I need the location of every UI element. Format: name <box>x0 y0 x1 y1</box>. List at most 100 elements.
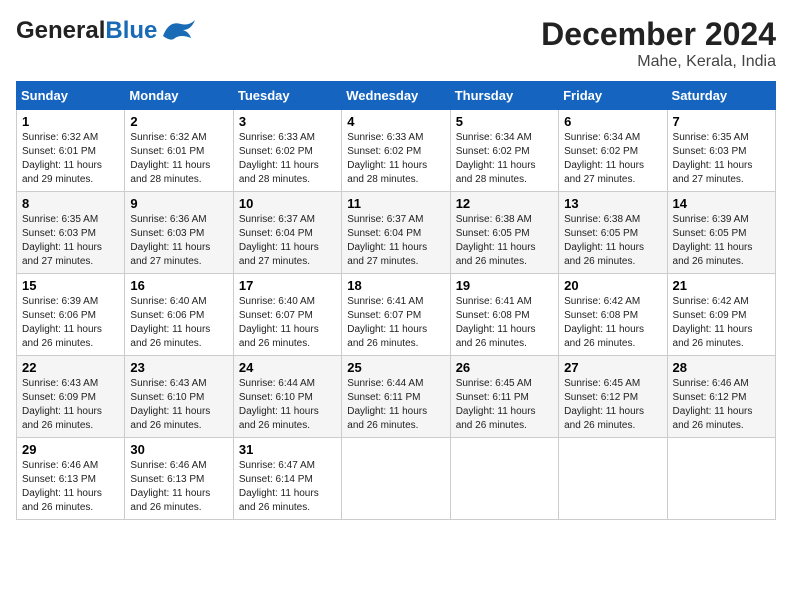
calendar-day-cell: 6Sunrise: 6:34 AMSunset: 6:02 PMDaylight… <box>559 110 667 192</box>
calendar-day-cell <box>667 438 775 520</box>
calendar-day-cell: 15 Sunrise: 6:39 AMSunset: 6:06 PMDayligh… <box>17 274 125 356</box>
day-number: 27 <box>564 360 661 375</box>
weekday-header: Thursday <box>450 82 558 110</box>
page-header: GeneralBlue December 2024 Mahe, Kerala, … <box>16 16 776 71</box>
calendar-day-cell: 17Sunrise: 6:40 AMSunset: 6:07 PMDayligh… <box>233 274 341 356</box>
calendar-day-cell: 3 Sunrise: 6:33 AMSunset: 6:02 PMDaylight… <box>233 110 341 192</box>
day-number: 21 <box>673 278 770 293</box>
calendar-day-cell: 13 Sunrise: 6:38 AMSunset: 6:05 PMDayligh… <box>559 192 667 274</box>
day-number: 29 <box>22 442 119 457</box>
day-number: 30 <box>130 442 227 457</box>
day-number: 11 <box>347 196 444 211</box>
calendar-day-cell: 29Sunrise: 6:46 AMSunset: 6:13 PMDayligh… <box>17 438 125 520</box>
calendar-day-cell <box>559 438 667 520</box>
day-number: 4 <box>347 114 444 129</box>
day-number: 2 <box>130 114 227 129</box>
calendar-day-cell: 10 Sunrise: 6:37 AMSunset: 6:04 PMDayligh… <box>233 192 341 274</box>
day-number: 17 <box>239 278 336 293</box>
day-info: Sunrise: 6:38 AMSunset: 6:05 PMDaylight:… <box>564 213 661 269</box>
day-info: Sunrise: 6:46 AMSunset: 6:13 PMDaylight:… <box>130 459 227 515</box>
weekday-header: Sunday <box>17 82 125 110</box>
calendar-day-cell: 21 Sunrise: 6:42 AMSunset: 6:09 PMDayligh… <box>667 274 775 356</box>
day-number: 25 <box>347 360 444 375</box>
calendar-day-cell: 8 Sunrise: 6:35 AMSunset: 6:03 PMDaylight… <box>17 192 125 274</box>
day-number: 3 <box>239 114 336 129</box>
calendar-day-cell: 31 Sunrise: 6:47 AMSunset: 6:14 PMDayligh… <box>233 438 341 520</box>
calendar-day-cell: 20 Sunrise: 6:42 AMSunset: 6:08 PMDayligh… <box>559 274 667 356</box>
calendar-day-cell: 30 Sunrise: 6:46 AMSunset: 6:13 PMDayligh… <box>125 438 233 520</box>
calendar-week-row: 15 Sunrise: 6:39 AMSunset: 6:06 PMDayligh… <box>17 274 776 356</box>
calendar-day-cell: 1Sunrise: 6:32 AMSunset: 6:01 PMDaylight… <box>17 110 125 192</box>
weekday-header: Monday <box>125 82 233 110</box>
day-number: 5 <box>456 114 553 129</box>
day-number: 24 <box>239 360 336 375</box>
day-info: Sunrise: 6:38 AMSunset: 6:05 PMDaylight:… <box>456 213 553 269</box>
calendar-day-cell <box>450 438 558 520</box>
day-info: Sunrise: 6:40 AMSunset: 6:06 PMDaylight:… <box>130 295 227 351</box>
calendar-day-cell: 4 Sunrise: 6:33 AMSunset: 6:02 PMDaylight… <box>342 110 450 192</box>
calendar-day-cell: 26Sunrise: 6:45 AMSunset: 6:11 PMDayligh… <box>450 356 558 438</box>
calendar-day-cell: 22 Sunrise: 6:43 AMSunset: 6:09 PMDayligh… <box>17 356 125 438</box>
logo-text: GeneralBlue <box>16 17 157 45</box>
day-number: 14 <box>673 196 770 211</box>
day-number: 8 <box>22 196 119 211</box>
day-info: Sunrise: 6:47 AMSunset: 6:14 PMDaylight:… <box>239 459 336 515</box>
day-number: 15 <box>22 278 119 293</box>
calendar-day-cell: 5Sunrise: 6:34 AMSunset: 6:02 PMDaylight… <box>450 110 558 192</box>
day-info: Sunrise: 6:45 AMSunset: 6:12 PMDaylight:… <box>564 377 661 433</box>
calendar-week-row: 29 Sunrise: 6:46 AMSunset: 6:13 PMDayligh… <box>17 438 776 520</box>
day-info: Sunrise: 6:33 AMSunset: 6:02 PMDaylight:… <box>347 131 444 187</box>
logo-blue: Blue <box>105 17 157 44</box>
calendar-day-cell: 9 Sunrise: 6:36 AMSunset: 6:03 PMDaylight… <box>125 192 233 274</box>
day-number: 9 <box>130 196 227 211</box>
calendar-day-cell: 25Sunrise: 6:44 AMSunset: 6:11 PMDayligh… <box>342 356 450 438</box>
calendar-week-row: 8 Sunrise: 6:35 AMSunset: 6:03 PMDaylight… <box>17 192 776 274</box>
calendar-day-cell: 19 Sunrise: 6:41 AMSunset: 6:08 PMDayligh… <box>450 274 558 356</box>
calendar-day-cell: 7 Sunrise: 6:35 AMSunset: 6:03 PMDaylight… <box>667 110 775 192</box>
day-info: Sunrise: 6:44 AMSunset: 6:10 PMDaylight:… <box>239 377 336 433</box>
calendar-day-cell: 24 Sunrise: 6:44 AMSunset: 6:10 PMDayligh… <box>233 356 341 438</box>
day-number: 23 <box>130 360 227 375</box>
day-info: Sunrise: 6:33 AMSunset: 6:02 PMDaylight:… <box>239 131 336 187</box>
weekday-header: Wednesday <box>342 82 450 110</box>
day-number: 10 <box>239 196 336 211</box>
calendar-day-cell: 23 Sunrise: 6:43 AMSunset: 6:10 PMDayligh… <box>125 356 233 438</box>
calendar-day-cell: 27 Sunrise: 6:45 AMSunset: 6:12 PMDayligh… <box>559 356 667 438</box>
day-number: 28 <box>673 360 770 375</box>
title-area: December 2024 Mahe, Kerala, India <box>541 16 776 71</box>
calendar-day-cell: 2 Sunrise: 6:32 AMSunset: 6:01 PMDaylight… <box>125 110 233 192</box>
day-info: Sunrise: 6:39 AMSunset: 6:05 PMDaylight:… <box>673 213 770 269</box>
day-info: Sunrise: 6:32 AMSunset: 6:01 PMDaylight:… <box>130 131 227 187</box>
logo-general: General <box>16 17 105 44</box>
day-info: Sunrise: 6:43 AMSunset: 6:10 PMDaylight:… <box>130 377 227 433</box>
day-info: Sunrise: 6:39 AMSunset: 6:06 PMDaylight:… <box>22 295 119 351</box>
day-info: Sunrise: 6:35 AMSunset: 6:03 PMDaylight:… <box>22 213 119 269</box>
weekday-header: Friday <box>559 82 667 110</box>
calendar-day-cell: 14 Sunrise: 6:39 AMSunset: 6:05 PMDayligh… <box>667 192 775 274</box>
day-info: Sunrise: 6:42 AMSunset: 6:09 PMDaylight:… <box>673 295 770 351</box>
day-number: 20 <box>564 278 661 293</box>
day-number: 16 <box>130 278 227 293</box>
day-info: Sunrise: 6:41 AMSunset: 6:07 PMDaylight:… <box>347 295 444 351</box>
day-number: 13 <box>564 196 661 211</box>
day-info: Sunrise: 6:41 AMSunset: 6:08 PMDaylight:… <box>456 295 553 351</box>
calendar-day-cell: 12Sunrise: 6:38 AMSunset: 6:05 PMDayligh… <box>450 192 558 274</box>
day-info: Sunrise: 6:43 AMSunset: 6:09 PMDaylight:… <box>22 377 119 433</box>
logo: GeneralBlue <box>16 16 197 47</box>
calendar-day-cell <box>342 438 450 520</box>
calendar-day-cell: 16 Sunrise: 6:40 AMSunset: 6:06 PMDayligh… <box>125 274 233 356</box>
weekday-header: Saturday <box>667 82 775 110</box>
month-title: December 2024 <box>541 16 776 53</box>
calendar-table: SundayMondayTuesdayWednesdayThursdayFrid… <box>16 81 776 520</box>
day-number: 22 <box>22 360 119 375</box>
day-number: 31 <box>239 442 336 457</box>
day-info: Sunrise: 6:42 AMSunset: 6:08 PMDaylight:… <box>564 295 661 351</box>
day-number: 18 <box>347 278 444 293</box>
day-number: 7 <box>673 114 770 129</box>
weekday-header: Tuesday <box>233 82 341 110</box>
day-info: Sunrise: 6:36 AMSunset: 6:03 PMDaylight:… <box>130 213 227 269</box>
day-number: 19 <box>456 278 553 293</box>
calendar-day-cell: 18 Sunrise: 6:41 AMSunset: 6:07 PMDayligh… <box>342 274 450 356</box>
day-info: Sunrise: 6:37 AMSunset: 6:04 PMDaylight:… <box>239 213 336 269</box>
day-info: Sunrise: 6:35 AMSunset: 6:03 PMDaylight:… <box>673 131 770 187</box>
